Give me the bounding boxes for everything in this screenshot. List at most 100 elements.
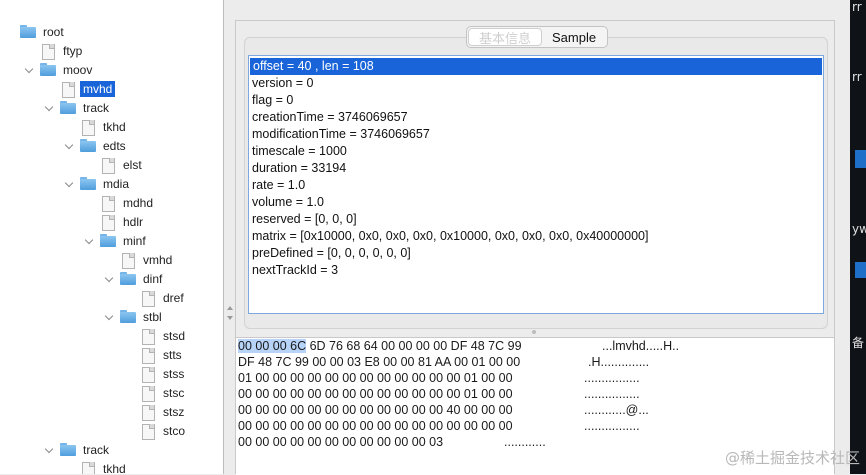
tree-node-label: mdhd (123, 195, 154, 210)
expand-chevron-icon[interactable] (24, 65, 34, 75)
tree-node-label: dref (163, 290, 184, 305)
tree-node[interactable]: dref (124, 288, 187, 307)
hex-bytes[interactable]: 00 00 00 00 00 00 00 00 00 00 00 00 40 0… (238, 402, 513, 418)
field-line[interactable]: timescale = 1000 (249, 143, 823, 160)
background-text: 备 (852, 336, 865, 350)
field-line[interactable]: rate = 1.0 (249, 177, 823, 194)
tree-node-label: dinf (143, 271, 163, 286)
tree-node[interactable]: stsz (124, 402, 187, 421)
hex-ascii: ................ (584, 371, 640, 385)
hex-selection[interactable]: 00 00 00 6C (238, 339, 307, 353)
tree-node-label: stts (163, 347, 182, 362)
field-line[interactable]: flag = 0 (249, 92, 823, 109)
collapse-down-arrow-icon[interactable] (227, 316, 233, 320)
hex-bytes[interactable]: 01 00 00 00 00 00 00 00 00 00 00 00 00 0… (238, 370, 513, 386)
file-icon (100, 157, 116, 174)
hex-bytes[interactable]: 00 00 00 00 00 00 00 00 00 00 00 00 00 0… (238, 418, 513, 434)
tree-node[interactable]: hdlr (84, 212, 146, 231)
tree-node[interactable]: dinf (104, 269, 165, 288)
tree-node-label: track (83, 100, 110, 115)
tree-node[interactable]: mdhd (84, 193, 156, 212)
expand-chevron-icon[interactable] (64, 141, 74, 151)
file-icon (100, 195, 116, 212)
hex-byte-text: 6D 76 68 64 00 00 00 00 DF 48 7C 99 (306, 339, 522, 353)
tree-node[interactable]: stts (124, 345, 185, 364)
tree-node-label: minf (123, 233, 146, 248)
box-tree-panel[interactable]: root ftyp moov mvhd track tkhd edts elst mdia mdh… (0, 0, 224, 474)
tree-node[interactable]: vmhd (104, 250, 175, 269)
detail-panel: 基本信息 Sample offset = 40 , len = 108 versi… (235, 20, 835, 475)
hex-bytes[interactable]: 00 00 00 6C 6D 76 68 64 00 00 00 00 DF 4… (238, 338, 522, 354)
folder-icon (40, 62, 56, 77)
field-line[interactable]: duration = 33194 (249, 160, 823, 177)
tree-node[interactable]: elst (84, 155, 145, 174)
tree-node[interactable]: minf (84, 231, 149, 250)
tree-node[interactable]: moov (24, 60, 95, 79)
folder-icon (100, 233, 116, 248)
file-icon (100, 214, 116, 231)
field-line[interactable]: nextTrackId = 3 (249, 262, 823, 279)
hex-row: 00 00 00 00 00 00 00 00 00 00 00 00 00 0… (236, 418, 834, 434)
field-line[interactable]: preDefined = [0, 0, 0, 0, 0, 0] (249, 245, 823, 262)
file-icon (40, 43, 56, 60)
file-icon (140, 385, 156, 402)
tree-node[interactable]: stsc (124, 383, 187, 402)
tree-node[interactable]: ftyp (24, 41, 85, 60)
hex-row: 00 00 00 6C 6D 76 68 64 00 00 00 00 DF 4… (236, 338, 834, 354)
split-pane-divider[interactable] (224, 0, 234, 474)
tree-node[interactable]: mdia (64, 174, 132, 193)
hex-ascii: ................ (584, 419, 640, 433)
watermark: @稀土掘金技术社区 (724, 449, 860, 467)
hex-byte-text: 00 00 00 00 00 00 00 00 00 00 00 03 (238, 435, 444, 449)
tab-sample[interactable]: Sample (542, 28, 606, 46)
hex-bytes[interactable]: 00 00 00 00 00 00 00 00 00 00 00 00 00 0… (238, 386, 513, 402)
tree-node[interactable]: track (44, 98, 112, 117)
background-text: rr (852, 0, 862, 14)
tree-node[interactable]: stbl (104, 307, 165, 326)
tree-node[interactable]: tkhd (64, 117, 129, 136)
expand-chevron-icon[interactable] (104, 312, 114, 322)
expand-chevron-icon[interactable] (84, 236, 94, 246)
tree-node[interactable]: stco (124, 421, 188, 440)
tree-node-label: root (43, 24, 64, 39)
field-line[interactable]: matrix = [0x10000, 0x0, 0x0, 0x0, 0x1000… (249, 228, 823, 245)
expand-chevron-icon[interactable] (44, 103, 54, 113)
box-field-list[interactable]: offset = 40 , len = 108 version = 0 flag =… (248, 55, 824, 314)
tree-node-label: stsd (163, 328, 186, 343)
hex-byte-text: 00 00 00 00 00 00 00 00 00 00 00 00 00 0… (238, 387, 513, 401)
field-line[interactable]: modificationTime = 3746069657 (249, 126, 823, 143)
field-line[interactable]: offset = 40 , len = 108 (250, 58, 822, 75)
tree-node[interactable]: track (44, 440, 112, 459)
expand-chevron-icon[interactable] (44, 445, 54, 455)
file-icon (140, 347, 156, 364)
field-line[interactable]: creationTime = 3746069657 (249, 109, 823, 126)
hex-ascii: .H.............. (588, 355, 650, 369)
tree-node-label: mdia (103, 176, 130, 191)
background-text: yw (852, 222, 866, 236)
horizontal-split-handle[interactable] (532, 330, 536, 334)
tree-node[interactable]: root (4, 22, 67, 41)
hex-byte-text: 00 00 00 00 00 00 00 00 00 00 00 00 40 0… (238, 403, 513, 417)
hex-row: 01 00 00 00 00 00 00 00 00 00 00 00 00 0… (236, 370, 834, 386)
field-line[interactable]: reserved = [0, 0, 0] (249, 211, 823, 228)
collapse-up-arrow-icon[interactable] (227, 306, 233, 310)
tree-node[interactable]: stss (124, 364, 187, 383)
field-line[interactable]: version = 0 (249, 75, 823, 92)
tree-node[interactable]: stsd (124, 326, 188, 345)
file-icon (140, 290, 156, 307)
file-icon (80, 461, 96, 474)
tree-node[interactable]: mvhd (44, 79, 116, 98)
tree-node-label: vmhd (143, 252, 173, 267)
folder-icon (80, 176, 96, 191)
file-icon (140, 423, 156, 440)
tree-node-label: hdlr (123, 214, 144, 229)
expand-chevron-icon[interactable] (104, 274, 114, 284)
tab-basic-info[interactable]: 基本信息 (468, 28, 543, 46)
hex-bytes[interactable]: 00 00 00 00 00 00 00 00 00 00 00 03 (238, 434, 443, 450)
tree-node[interactable]: edts (64, 136, 129, 155)
field-line[interactable]: volume = 1.0 (249, 194, 823, 211)
expand-chevron-icon[interactable] (64, 179, 74, 189)
hex-bytes[interactable]: DF 48 7C 99 00 00 03 E8 00 00 81 AA 00 0… (238, 354, 520, 370)
file-icon (140, 404, 156, 421)
tree-node[interactable]: tkhd (64, 459, 129, 474)
